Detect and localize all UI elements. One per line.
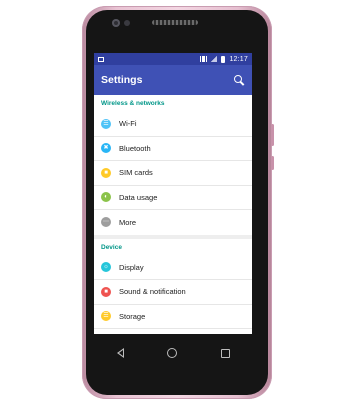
settings-item-wifi[interactable]: ☰ Wi-Fi (94, 112, 252, 137)
section-header-device: Device (101, 243, 122, 251)
data-usage-icon: ◐ (101, 192, 111, 203)
settings-item-bluetooth[interactable]: ✖ Bluetooth (94, 137, 252, 161)
vibrate-icon (200, 56, 208, 62)
settings-item-sim-cards[interactable]: ■ SIM cards (94, 161, 252, 186)
image-notification-icon (98, 56, 104, 62)
power-button (271, 156, 274, 170)
sim-icon: ■ (101, 167, 111, 178)
status-bar: 12:17 (94, 53, 252, 65)
home-icon[interactable] (167, 348, 177, 358)
storage-icon: ☰ (101, 311, 111, 322)
settings-item-label: More (119, 217, 137, 227)
more-icon: ⋯ (101, 217, 111, 228)
settings-item-label: Wi-Fi (119, 119, 137, 129)
back-icon[interactable] (116, 348, 124, 358)
volume-button (271, 124, 274, 146)
display-icon: ☼ (101, 262, 111, 273)
wifi-icon: ☰ (101, 118, 111, 129)
settings-item-label: SIM cards (119, 168, 153, 178)
settings-item-storage[interactable]: ☰ Storage (94, 305, 252, 329)
section-header-wireless: Wireless & networks (101, 100, 165, 107)
navigation-bar (94, 334, 252, 372)
screen: 12:17 Settings Wireless & networks ☰ Wi-… (94, 53, 252, 334)
search-icon[interactable] (233, 74, 245, 86)
settings-item-label: Storage (119, 311, 146, 321)
sound-icon: ■ (101, 286, 111, 297)
settings-item-label: Data usage (119, 192, 158, 202)
battery-icon (221, 55, 226, 63)
earpiece-speaker (152, 20, 198, 25)
settings-item-display[interactable]: ☼ Display (94, 256, 252, 280)
app-bar: Settings (94, 65, 252, 95)
recents-icon[interactable] (221, 348, 230, 358)
settings-item-label: Bluetooth (119, 143, 151, 153)
signal-icon (211, 56, 218, 62)
settings-item-label: Sound & notification (119, 287, 186, 297)
bluetooth-icon: ✖ (101, 143, 111, 154)
page-title: Settings (101, 74, 143, 86)
settings-item-data-usage[interactable]: ◐ Data usage (94, 186, 252, 210)
settings-item-sound-notification[interactable]: ■ Sound & notification (94, 280, 252, 305)
settings-item-label: Display (119, 262, 144, 272)
status-time: 12:17 (229, 55, 248, 63)
proximity-sensor (124, 20, 130, 26)
settings-item-more[interactable]: ⋯ More (94, 210, 252, 235)
front-camera (112, 19, 120, 27)
